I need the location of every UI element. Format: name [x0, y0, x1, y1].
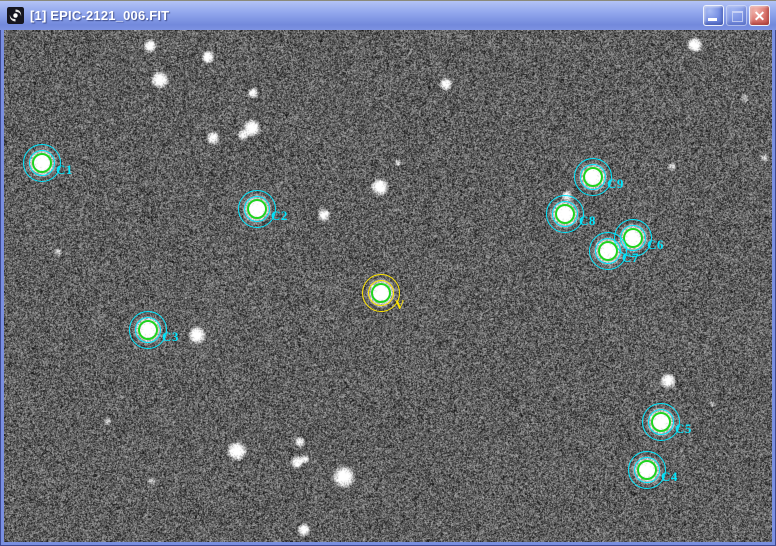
marker-label-C7: C7 — [622, 252, 639, 264]
maximize-icon — [732, 11, 743, 22]
marker-label-C4: C4 — [661, 471, 678, 483]
close-button[interactable]: ✕ — [749, 5, 770, 26]
aperture-overlay-layer: C1 C2 C3 C4 C5 C6 C7 C8 C9 V — [4, 30, 772, 542]
minimize-icon — [708, 18, 717, 21]
marker-label-C2: C2 — [271, 210, 288, 222]
marker-label-C1: C1 — [56, 164, 73, 176]
marker-label-C3: C3 — [162, 331, 179, 343]
marker-label-C6: C6 — [647, 239, 664, 251]
marker-label-C5: C5 — [675, 423, 692, 435]
galaxy-icon — [7, 7, 24, 24]
maximize-button[interactable] — [726, 5, 747, 26]
app-window: [1] EPIC-2121_006.FIT ✕ C1 C2 C3 C4 C5 C6 C7 C8… — [0, 0, 776, 546]
window-controls: ✕ — [703, 5, 770, 26]
marker-label-C9: C9 — [607, 178, 624, 190]
minimize-button[interactable] — [703, 5, 724, 26]
marker-label-V: V — [395, 299, 405, 311]
window-title: [1] EPIC-2121_006.FIT — [30, 8, 169, 23]
image-client-area: C1 C2 C3 C4 C5 C6 C7 C8 C9 V — [4, 30, 772, 542]
title-bar[interactable]: [1] EPIC-2121_006.FIT ✕ — [0, 0, 776, 30]
marker-label-C8: C8 — [579, 215, 596, 227]
close-icon: ✕ — [750, 7, 769, 25]
